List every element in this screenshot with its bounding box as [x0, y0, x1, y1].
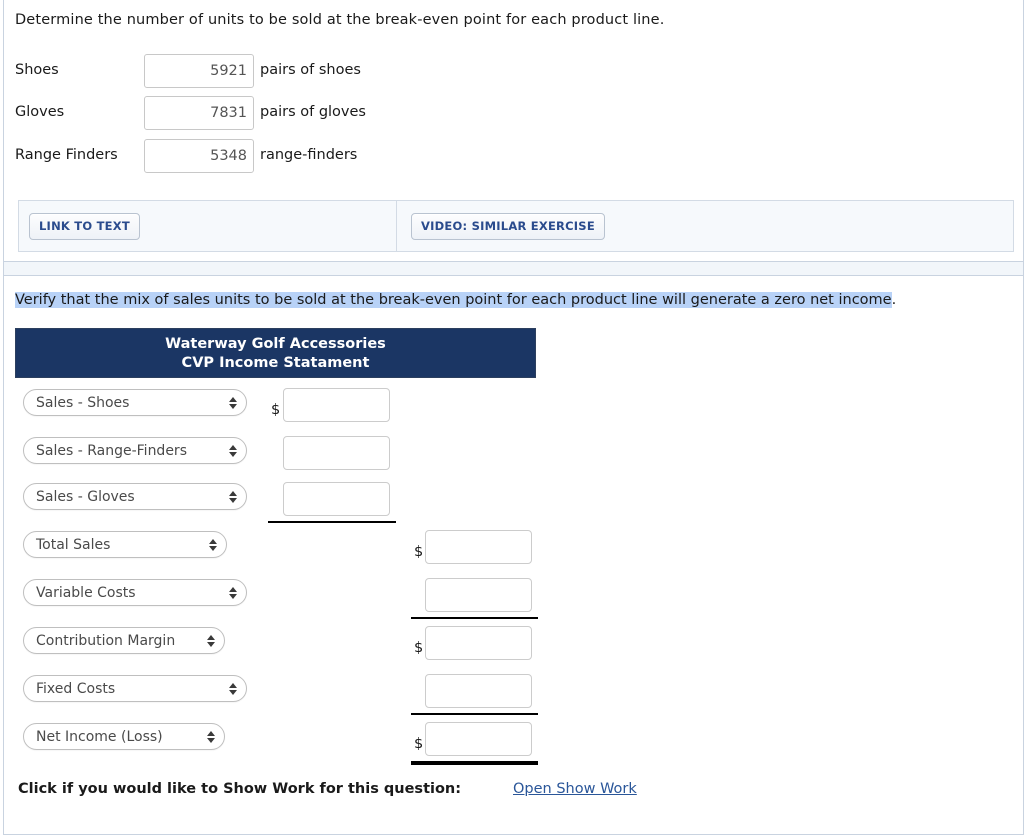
- select-updown-arrows-icon: [229, 490, 237, 503]
- amount-input-4[interactable]: [425, 530, 532, 564]
- amount-input-5[interactable]: [425, 578, 532, 612]
- link-to-text-button[interactable]: LINK TO TEXT: [29, 212, 140, 240]
- currency-symbol-4: $: [414, 544, 424, 560]
- panel-divider: [3, 262, 1024, 276]
- verify-instruction: Verify that the mix of sales units to be…: [15, 292, 896, 308]
- instruction-text: Determine the number of units to be sold…: [15, 12, 665, 28]
- currency-symbol-1: $: [271, 402, 281, 418]
- account-select-1[interactable]: Sales - Shoes: [23, 389, 247, 416]
- select-updown-arrows-icon: [229, 396, 237, 409]
- statement-row-7: Fixed Costs: [4, 674, 1023, 723]
- account-select-7-value: Fixed Costs: [36, 680, 116, 697]
- account-select-2[interactable]: Sales - Range-Finders: [23, 437, 247, 464]
- subtotal-rule-sales: [268, 521, 396, 523]
- resource-cell-link: LINK TO TEXT: [19, 201, 397, 251]
- units-input-range-finders[interactable]: [144, 139, 254, 173]
- unit-label-range-finders: Range Finders: [15, 147, 118, 163]
- total-rule-net-income: [411, 761, 538, 765]
- account-select-5-value: Variable Costs: [36, 584, 136, 601]
- question-panel-top: Determine the number of units to be sold…: [3, 0, 1024, 262]
- account-select-8[interactable]: Net Income (Loss): [23, 723, 225, 750]
- account-select-7[interactable]: Fixed Costs: [23, 675, 247, 702]
- subtotal-rule-fixed-costs: [411, 713, 538, 715]
- currency-symbol-8: $: [414, 736, 424, 752]
- units-input-shoes[interactable]: [144, 54, 254, 88]
- verify-instruction-tail: .: [891, 292, 897, 308]
- statement-row-3: Sales - Gloves: [4, 482, 1023, 531]
- account-select-8-value: Net Income (Loss): [36, 728, 163, 745]
- amount-input-2[interactable]: [283, 436, 390, 470]
- statement-row-6: Contribution Margin $: [4, 626, 1023, 675]
- account-select-3-value: Sales - Gloves: [36, 488, 135, 505]
- statement-row-8: Net Income (Loss) $: [4, 722, 1023, 771]
- page-root: Determine the number of units to be sold…: [0, 0, 1024, 835]
- resource-cell-video: VIDEO: SIMILAR EXERCISE: [397, 201, 1013, 251]
- statement-row-1: Sales - Shoes $: [4, 388, 1023, 437]
- unit-suffix-shoes: pairs of shoes: [260, 62, 361, 78]
- select-updown-arrows-icon: [209, 538, 217, 551]
- unit-label-shoes: Shoes: [15, 62, 59, 78]
- amount-input-1[interactable]: [283, 388, 390, 422]
- select-updown-arrows-icon: [229, 586, 237, 599]
- resource-bar: LINK TO TEXT VIDEO: SIMILAR EXERCISE: [18, 200, 1014, 252]
- statement-row-4: Total Sales $: [4, 530, 1023, 579]
- select-updown-arrows-icon: [229, 444, 237, 457]
- unit-suffix-gloves: pairs of gloves: [260, 104, 366, 120]
- account-select-3[interactable]: Sales - Gloves: [23, 483, 247, 510]
- verify-instruction-highlight: Verify that the mix of sales units to be…: [15, 292, 892, 308]
- account-select-5[interactable]: Variable Costs: [23, 579, 247, 606]
- statement-title: CVP Income Statament: [181, 354, 370, 371]
- video-similar-exercise-button[interactable]: VIDEO: SIMILAR EXERCISE: [411, 212, 605, 240]
- account-select-6-value: Contribution Margin: [36, 632, 176, 649]
- account-select-1-value: Sales - Shoes: [36, 394, 130, 411]
- statement-company-name: Waterway Golf Accessories: [165, 335, 386, 352]
- amount-input-3[interactable]: [283, 482, 390, 516]
- statement-row-5: Variable Costs: [4, 578, 1023, 627]
- account-select-2-value: Sales - Range-Finders: [36, 442, 187, 459]
- units-input-gloves[interactable]: [144, 96, 254, 130]
- amount-input-6[interactable]: [425, 626, 532, 660]
- unit-label-gloves: Gloves: [15, 104, 65, 120]
- show-work-label: Click if you would like to Show Work for…: [18, 781, 462, 797]
- statement-row-2: Sales - Range-Finders: [4, 436, 1023, 485]
- question-panel-bottom: Verify that the mix of sales units to be…: [3, 276, 1024, 835]
- subtotal-rule-variable-costs: [411, 617, 538, 619]
- amount-input-8[interactable]: [425, 722, 532, 756]
- open-show-work-link[interactable]: Open Show Work: [513, 781, 637, 797]
- account-select-4-value: Total Sales: [36, 536, 111, 553]
- statement-header: Waterway Golf Accessories CVP Income Sta…: [15, 328, 536, 378]
- account-select-4[interactable]: Total Sales: [23, 531, 227, 558]
- select-updown-arrows-icon: [207, 730, 215, 743]
- select-updown-arrows-icon: [207, 634, 215, 647]
- select-updown-arrows-icon: [229, 682, 237, 695]
- currency-symbol-6: $: [414, 640, 424, 656]
- amount-input-7[interactable]: [425, 674, 532, 708]
- account-select-6[interactable]: Contribution Margin: [23, 627, 225, 654]
- unit-suffix-range-finders: range-finders: [260, 147, 358, 163]
